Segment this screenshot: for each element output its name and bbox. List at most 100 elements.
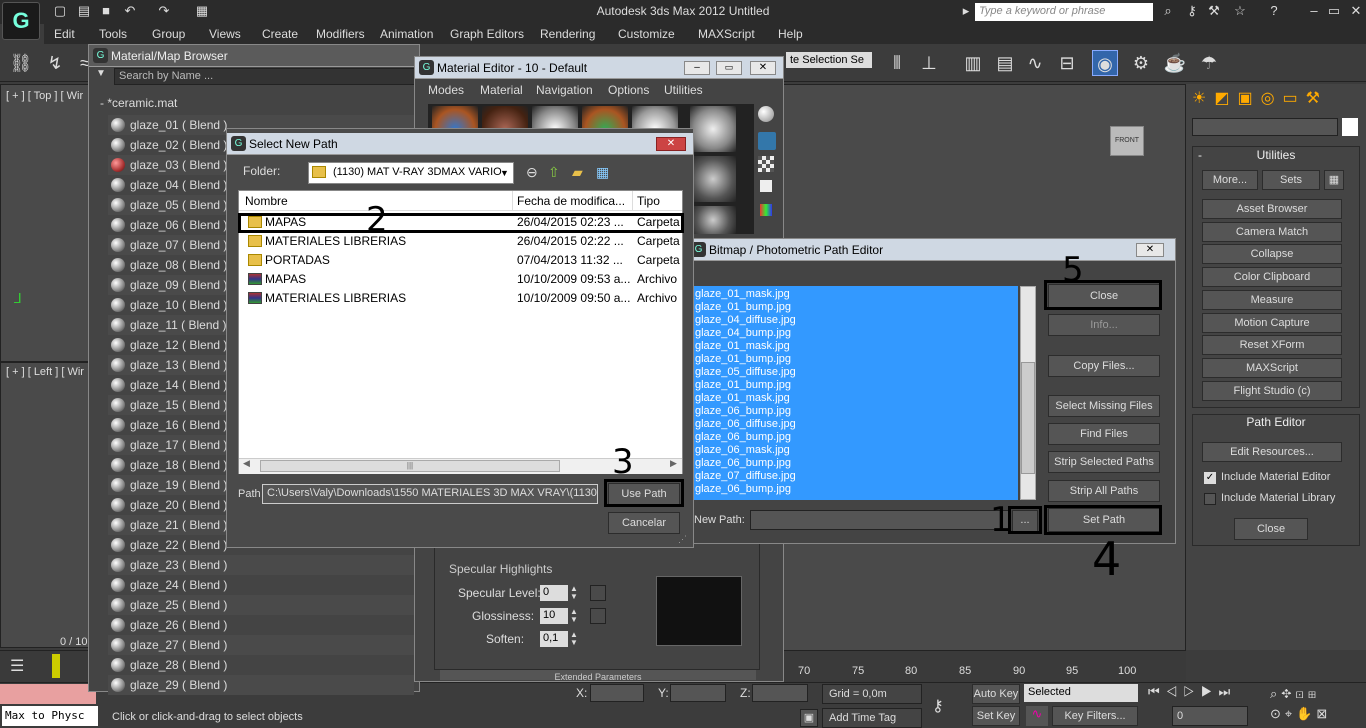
material-editor-icon[interactable]: ◉ xyxy=(1092,50,1118,76)
new-folder-icon[interactable]: ▰ xyxy=(572,164,590,182)
file-type[interactable]: Archivo xyxy=(637,270,677,289)
mat-menu-material[interactable]: Material xyxy=(480,83,523,97)
path-input[interactable]: C:\Users\Valy\Downloads\1550 MATERIALES … xyxy=(262,484,598,504)
browser-options-icon[interactable]: ▼ xyxy=(96,68,110,84)
new-file-icon[interactable]: ▢ xyxy=(52,3,68,19)
named-selection-dropdown[interactable]: te Selection Se xyxy=(786,52,872,68)
list-item[interactable]: glaze_27 ( Blend ) xyxy=(108,635,414,655)
browser-group-header[interactable]: - *ceramic.mat xyxy=(100,96,177,110)
open-file-icon[interactable]: ▤ xyxy=(76,3,92,19)
subscription-icon[interactable]: ⚷ xyxy=(1184,3,1200,19)
file-date[interactable]: 10/10/2009 09:50 a... xyxy=(517,289,630,308)
motion-capture-button[interactable]: Motion Capture xyxy=(1202,313,1342,333)
file-date[interactable]: 07/04/2013 11:32 ... xyxy=(517,251,623,270)
new-path-input[interactable] xyxy=(750,510,1010,530)
info-button[interactable]: Info... xyxy=(1048,314,1160,336)
scroll-right-icon[interactable]: ▶ xyxy=(670,458,677,469)
mat-editor-close-icon[interactable]: ✕ xyxy=(750,61,776,75)
find-files-button[interactable]: Find Files xyxy=(1048,423,1160,445)
hscroll-thumb[interactable]: ||| xyxy=(260,460,560,472)
mat-editor-minimize-icon[interactable]: – xyxy=(684,61,710,75)
bitmap-path-editor-titlebar[interactable]: G Bitmap / Photometric Path Editor xyxy=(687,239,1175,261)
command-panel-tabs-icon[interactable]: ☀◩▣◎▭⚒ xyxy=(1192,88,1362,112)
restore-icon[interactable]: ▭ xyxy=(1326,3,1342,19)
list-item[interactable]: glaze_29 ( Blend ) xyxy=(108,675,414,695)
y-coordinate-field[interactable] xyxy=(670,684,726,702)
key-mode-curve-icon[interactable]: ∿ xyxy=(1026,706,1048,726)
render-setup-icon[interactable]: ⚙ xyxy=(1128,50,1154,76)
list-item[interactable]: glaze_01_bump.jpg xyxy=(695,353,1017,366)
communication-icon[interactable]: ⚒ xyxy=(1206,3,1222,19)
viewport-left[interactable] xyxy=(0,362,94,648)
viewport-nav-icons[interactable]: ⌕✥⊡⊞ ⊙⌖✋⊠ xyxy=(1270,684,1366,726)
color-clipboard-button[interactable]: Color Clipboard xyxy=(1202,267,1342,287)
camera-match-button[interactable]: Camera Match xyxy=(1202,222,1342,242)
soften-input[interactable]: 0,1 xyxy=(540,631,568,647)
browser-search-input[interactable]: Search by Name ... xyxy=(114,68,416,85)
favorites-icon[interactable]: ☆ xyxy=(1232,3,1248,19)
column-nombre[interactable]: Nombre xyxy=(245,194,288,208)
folder-dropdown-arrow-icon[interactable]: ▼ xyxy=(500,164,512,182)
include-material-editor-checkbox[interactable]: ✓ xyxy=(1204,472,1216,484)
current-frame-field[interactable]: 0 xyxy=(1172,706,1248,726)
layer-manager-icon[interactable]: ▥ xyxy=(960,50,986,76)
list-item[interactable]: glaze_06_bump.jpg xyxy=(695,483,1017,496)
playback-controls-icon[interactable]: ⏮◁▷▶⏭ xyxy=(1148,684,1268,702)
object-name-field[interactable] xyxy=(1192,118,1338,136)
list-item[interactable]: glaze_01_mask.jpg xyxy=(695,392,1017,405)
specular-level-input[interactable]: 0 xyxy=(540,585,568,601)
rollout-collapse-icon[interactable]: - xyxy=(1198,148,1202,162)
schematic-view-icon[interactable]: ⊟ xyxy=(1054,50,1080,76)
bitmap-editor-close-icon[interactable]: ✕ xyxy=(1136,243,1164,257)
redo-icon[interactable]: ↷ xyxy=(156,3,172,19)
collapse-button[interactable]: Collapse xyxy=(1202,244,1342,264)
column-fecha[interactable]: Fecha de modifica... xyxy=(517,194,625,208)
glossiness-spinner-icon[interactable]: ▲ ▼ xyxy=(570,608,582,624)
glossiness-input[interactable]: 10 xyxy=(540,608,568,624)
select-new-path-titlebar[interactable]: G Select New Path xyxy=(227,133,693,155)
folder-dropdown[interactable]: (1130) MAT V-RAY 3DMAX VARIO xyxy=(308,162,514,184)
list-item[interactable]: glaze_06_bump.jpg xyxy=(695,431,1017,444)
list-item[interactable]: glaze_01_bump.jpg xyxy=(695,301,1017,314)
backlight-icon[interactable] xyxy=(758,132,776,150)
app-logo-icon[interactable]: G xyxy=(2,2,40,40)
list-item[interactable]: glaze_26 ( Blend ) xyxy=(108,615,414,635)
set-key-mode-icon[interactable]: ⚷ xyxy=(932,696,944,716)
search-icon[interactable]: ⌕ xyxy=(1160,3,1176,19)
search-arrow-icon[interactable]: ▸ xyxy=(958,3,974,19)
list-item[interactable]: glaze_07_diffuse.jpg xyxy=(695,470,1017,483)
background-icon[interactable] xyxy=(758,156,774,172)
glossiness-map-button[interactable] xyxy=(590,608,606,624)
file-type[interactable]: Archivo xyxy=(637,289,677,308)
resize-grip-icon[interactable]: ⋰ xyxy=(678,534,687,545)
video-color-check-icon[interactable] xyxy=(760,204,772,216)
more-button[interactable]: More... xyxy=(1202,170,1258,190)
list-item[interactable]: glaze_24 ( Blend ) xyxy=(108,575,414,595)
menu-rendering[interactable]: Rendering xyxy=(540,27,595,41)
flight-studio-button[interactable]: Flight Studio (c) xyxy=(1202,381,1342,401)
bitmap-list-scroll-thumb[interactable] xyxy=(1021,362,1035,474)
extended-parameters-rollout[interactable]: Extended Parameters xyxy=(440,670,756,680)
maxscript-listener-top[interactable] xyxy=(0,684,96,704)
file-name[interactable]: MATERIALES LIBRERIAS xyxy=(265,289,406,308)
list-item[interactable]: glaze_23 ( Blend ) xyxy=(108,555,414,575)
list-item[interactable]: glaze_06_diffuse.jpg xyxy=(695,418,1017,431)
list-item[interactable]: glaze_28 ( Blend ) xyxy=(108,655,414,675)
search-input[interactable]: Type a keyword or phrase xyxy=(975,3,1153,21)
sample-slot-12[interactable] xyxy=(690,156,736,202)
mat-menu-options[interactable]: Options xyxy=(608,83,649,97)
file-name[interactable]: MAPAS xyxy=(265,270,306,289)
back-icon[interactable]: ⊖ xyxy=(526,164,544,182)
specular-level-spinner-icon[interactable]: ▲ ▼ xyxy=(570,585,582,601)
list-item[interactable]: glaze_04_bump.jpg xyxy=(695,327,1017,340)
viewport-top-label[interactable]: [ + ] [ Top ] [ Wir xyxy=(6,90,83,102)
menu-animation[interactable]: Animation xyxy=(380,27,433,41)
list-item[interactable]: glaze_05_diffuse.jpg xyxy=(695,366,1017,379)
menu-customize[interactable]: Customize xyxy=(618,27,675,41)
include-material-library-checkbox[interactable] xyxy=(1204,493,1216,505)
sample-slot-6[interactable] xyxy=(690,106,736,152)
sample-uv-icon[interactable] xyxy=(760,180,772,192)
file-date[interactable]: 10/10/2009 09:53 a... xyxy=(517,270,630,289)
undo-icon[interactable]: ↶ xyxy=(122,3,138,19)
z-coordinate-field[interactable] xyxy=(752,684,808,702)
